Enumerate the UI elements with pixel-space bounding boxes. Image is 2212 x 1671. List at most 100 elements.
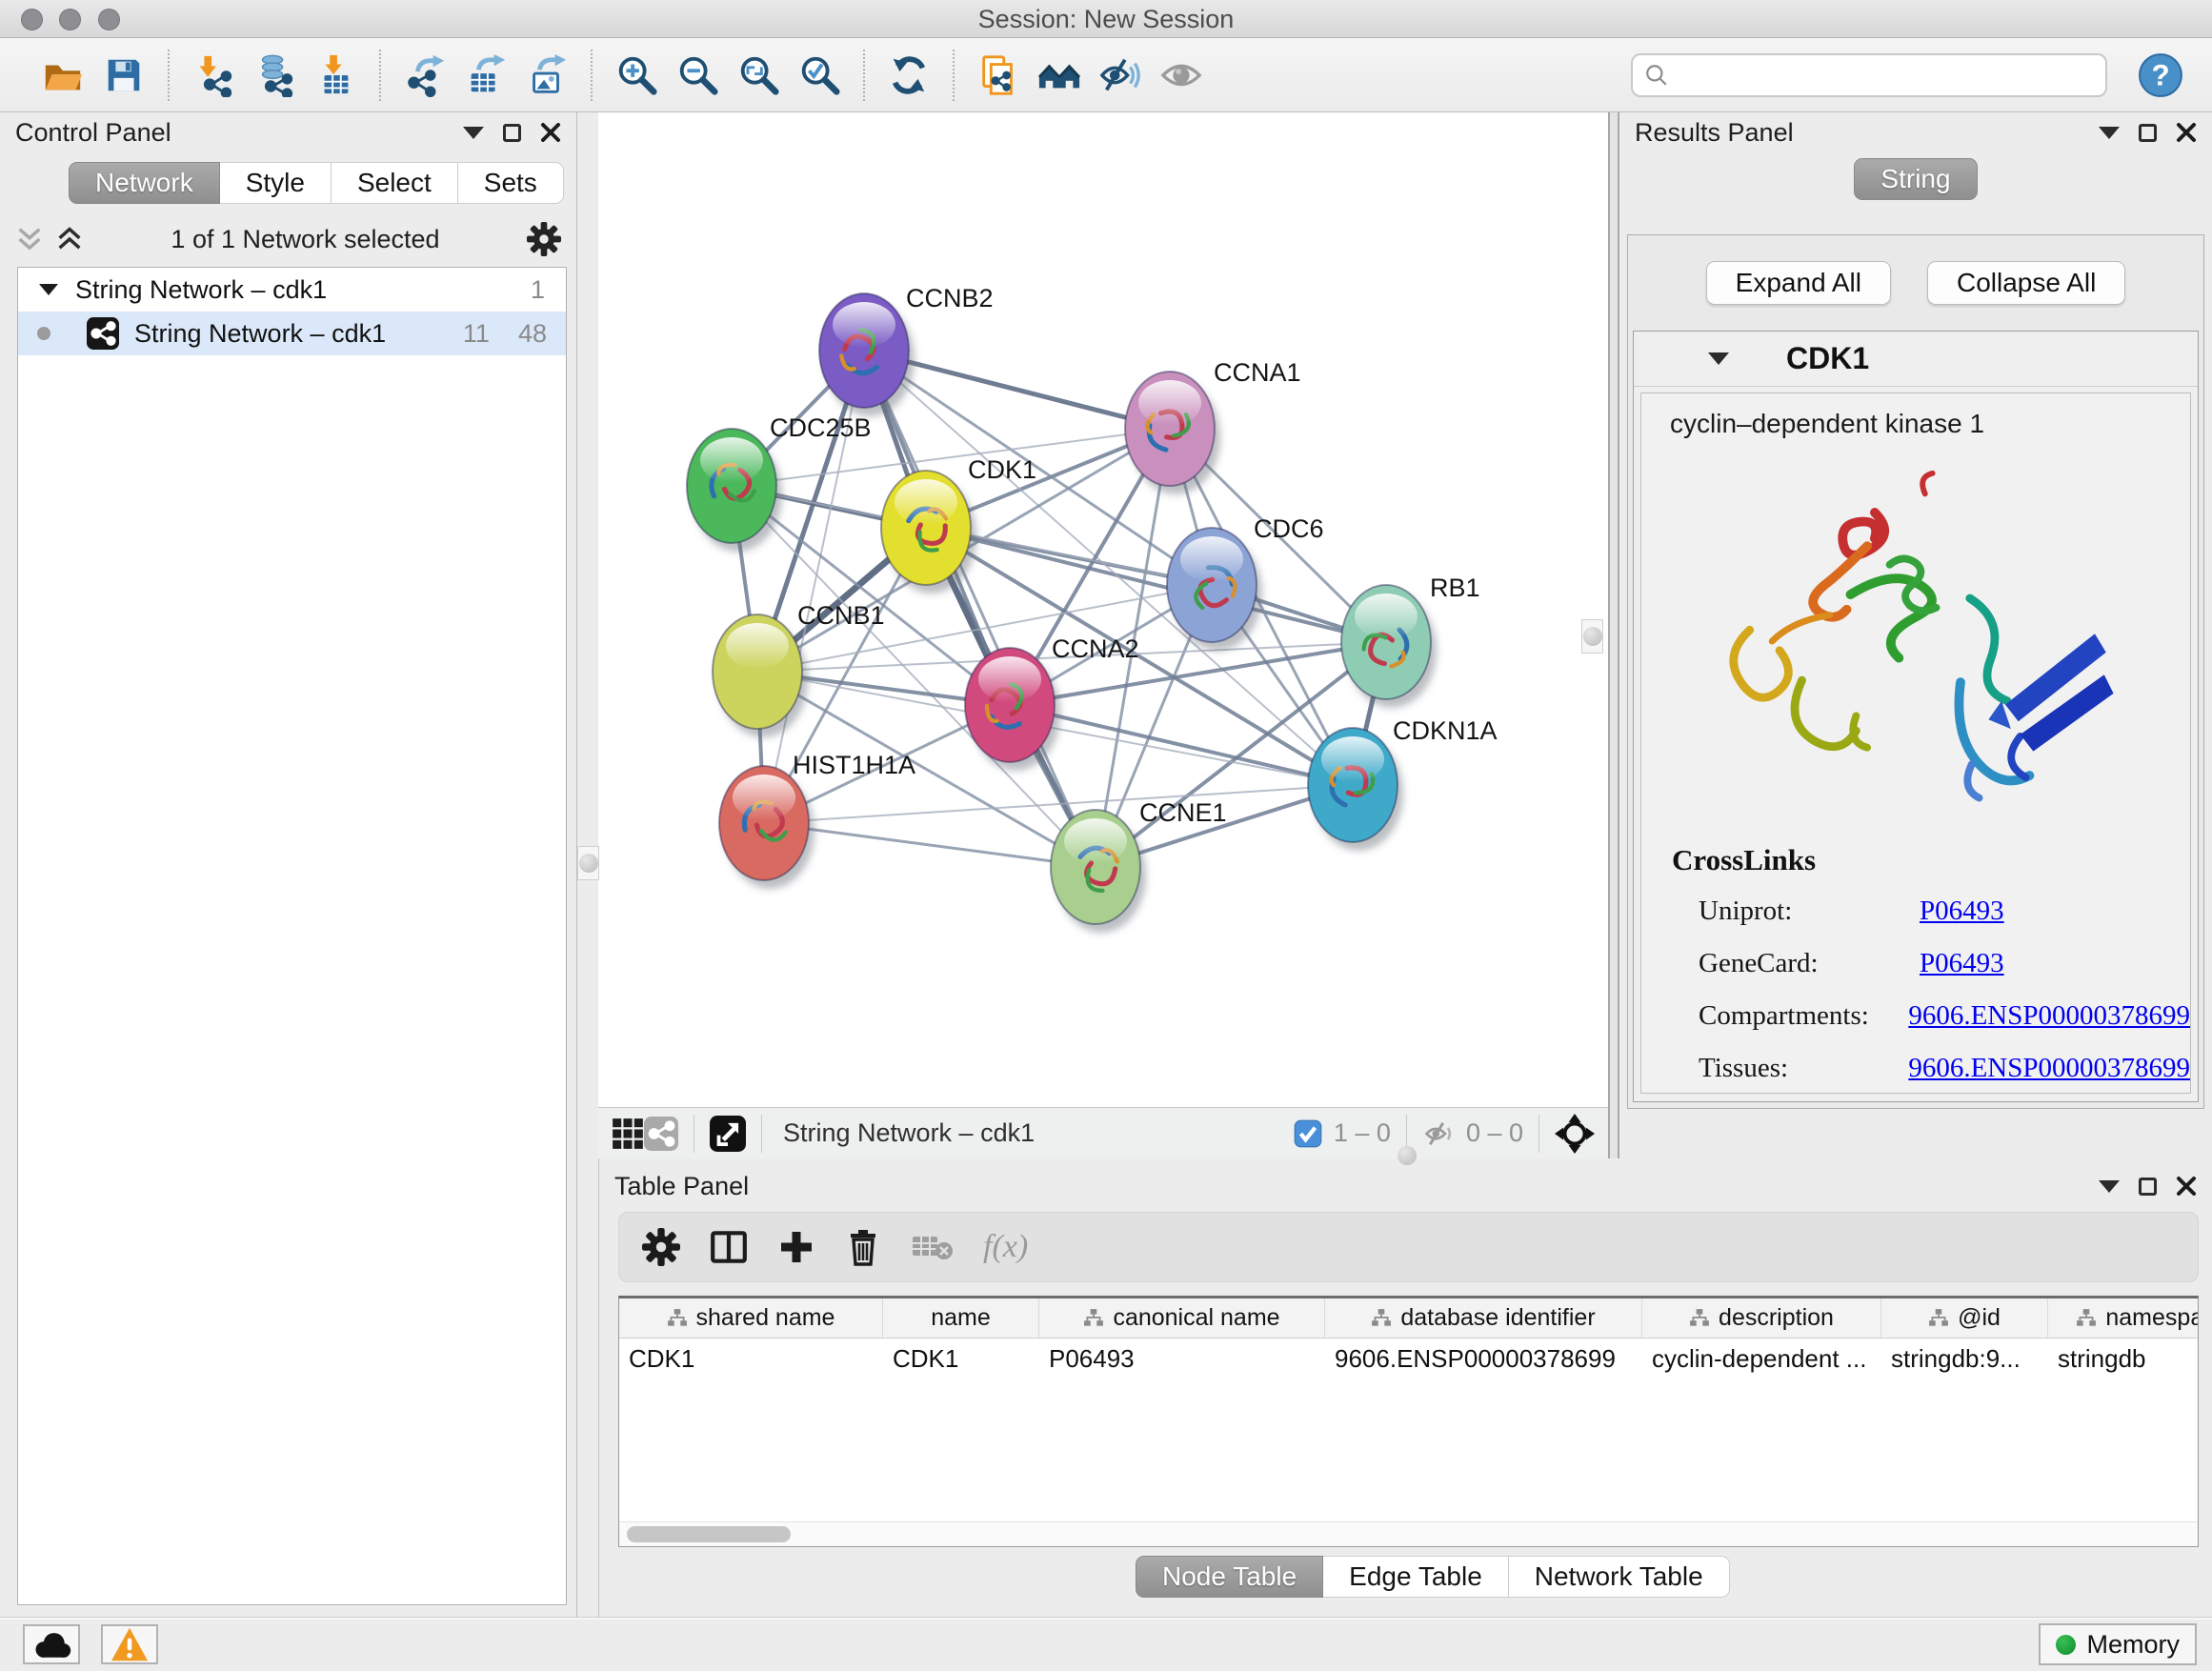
right-splitter-handle[interactable] (1581, 619, 1603, 654)
tab-sets[interactable]: Sets (458, 162, 564, 204)
right-splitter[interactable] (1608, 112, 1619, 1158)
graph-edge-CDK1-RB1[interactable] (926, 528, 1386, 642)
float-panel-icon[interactable] (2139, 124, 2157, 142)
expand-all-networks-icon[interactable] (15, 225, 44, 253)
birds-eye-view-icon[interactable] (1555, 1114, 1595, 1154)
collapse-all-networks-icon[interactable] (55, 225, 84, 253)
import-table-from-file-button[interactable] (308, 46, 363, 105)
string-results-container: Expand All Collapse All CDK1 cyclin–depe… (1627, 234, 2204, 1109)
graph-node-CCNA1[interactable] (1125, 372, 1220, 494)
network-row[interactable]: String Network – cdk1 11 48 (18, 312, 566, 355)
column-header-shared-name[interactable]: shared name (619, 1299, 883, 1338)
collection-expand-icon[interactable] (39, 284, 58, 295)
network-selection-summary: 1 of 1 Network selected (84, 225, 527, 254)
network-view-share-icon[interactable] (644, 1117, 678, 1151)
graph-node-CDK1[interactable] (881, 471, 976, 594)
share-document-button[interactable] (971, 46, 1026, 105)
table-cell[interactable]: CDK1 (619, 1344, 883, 1374)
help-button[interactable]: ? (2136, 50, 2185, 100)
graph-node-CCNB2[interactable] (819, 293, 915, 416)
delete-column-icon[interactable] (844, 1228, 882, 1266)
column-header-description[interactable]: description (1642, 1299, 1881, 1338)
table-options-gear-icon[interactable] (642, 1228, 680, 1266)
cloud-status-button[interactable] (23, 1624, 80, 1664)
left-splitter-handle[interactable] (577, 846, 599, 880)
network-view[interactable]: CCNB2CCNA1CDC25BCDK1CDC6RB1CCNB1CCNA2CDK… (598, 112, 1608, 1158)
fit-content-button[interactable] (731, 46, 786, 105)
warnings-button[interactable] (101, 1624, 158, 1664)
entry-collapse-icon[interactable] (1708, 352, 1729, 365)
graph-node-CCNE1[interactable] (1051, 810, 1146, 933)
zoom-out-button[interactable] (670, 46, 725, 105)
add-column-icon[interactable] (777, 1228, 815, 1266)
tab-select[interactable]: Select (332, 162, 458, 204)
search-input[interactable] (1669, 60, 2094, 90)
detach-view-icon[interactable] (710, 1116, 746, 1152)
network-canvas[interactable]: CCNB2CCNA1CDC25BCDK1CDC6RB1CCNB1CCNA2CDK… (598, 112, 1608, 1107)
table-horizontal-scrollbar[interactable] (619, 1521, 2198, 1546)
home-button[interactable] (1032, 46, 1087, 105)
refresh-view-button[interactable] (881, 46, 936, 105)
expand-all-button[interactable]: Expand All (1706, 261, 1891, 305)
table-row[interactable]: CDK1CDK1P064939606.ENSP00000378699cyclin… (619, 1339, 2198, 1379)
export-network-button[interactable] (397, 46, 452, 105)
table-cell[interactable]: stringdb:9... (1881, 1344, 2048, 1374)
close-panel-icon[interactable] (2176, 122, 2197, 143)
tab-node-table[interactable]: Node Table (1136, 1556, 1323, 1598)
delete-table-icon-disabled[interactable] (911, 1231, 955, 1263)
grid-view-icon[interactable] (612, 1117, 644, 1150)
import-network-from-database-button[interactable] (247, 46, 302, 105)
tab-edge-table[interactable]: Edge Table (1323, 1556, 1509, 1598)
network-collection-row[interactable]: String Network – cdk1 1 (18, 268, 566, 312)
tab-style[interactable]: Style (220, 162, 332, 204)
collapse-all-button[interactable]: Collapse All (1927, 261, 2125, 305)
graph-node-CCNA2[interactable] (965, 648, 1060, 771)
graph-node-HIST1H1A[interactable] (719, 766, 814, 889)
panel-menu-icon[interactable] (2099, 127, 2120, 139)
column-header--id[interactable]: @id (1881, 1299, 2048, 1338)
zoom-in-button[interactable] (609, 46, 664, 105)
graph-node-CDKN1A[interactable] (1308, 728, 1403, 851)
graph-edge-CCNA2-CDKN1A[interactable] (1010, 705, 1353, 785)
table-cell[interactable]: P06493 (1039, 1344, 1325, 1374)
crosslink-value-link[interactable]: 9606.ENSP00000378699 (1908, 1042, 2190, 1094)
float-panel-icon[interactable] (503, 124, 521, 142)
panel-menu-icon[interactable] (463, 127, 484, 139)
open-session-button[interactable] (35, 46, 90, 105)
table-cell[interactable]: CDK1 (883, 1344, 1039, 1374)
panel-menu-icon[interactable] (2099, 1180, 2120, 1193)
function-builder-icon-disabled[interactable]: f(x) (983, 1229, 1028, 1265)
tab-string[interactable]: String (1854, 158, 1977, 200)
graph-node-CCNB1[interactable] (713, 614, 808, 737)
horizontal-splitter-handle[interactable] (1389, 1146, 1425, 1165)
crosslink-value-link[interactable]: 9606.ENSP00000378699 (1908, 990, 2190, 1042)
network-options-gear-icon[interactable] (527, 222, 561, 256)
crosslink-value-link[interactable]: P06493 (1920, 885, 2004, 937)
column-header-canonical-name[interactable]: canonical name (1039, 1299, 1325, 1338)
memory-button[interactable]: Memory (2039, 1623, 2197, 1665)
float-panel-icon[interactable] (2139, 1178, 2157, 1196)
column-header-database-identifier[interactable]: database identifier (1325, 1299, 1642, 1338)
close-panel-icon[interactable] (540, 122, 561, 143)
tab-network[interactable]: Network (69, 162, 220, 204)
hidden-elements-icon[interactable] (1422, 1117, 1457, 1151)
table-cell[interactable]: cyclin-dependent ... (1642, 1344, 1881, 1374)
zoom-selected-button[interactable] (792, 46, 847, 105)
table-cell[interactable]: 9606.ENSP00000378699 (1325, 1344, 1642, 1374)
show-columns-icon[interactable] (709, 1227, 749, 1267)
close-panel-icon[interactable] (2176, 1176, 2197, 1197)
export-table-button[interactable] (458, 46, 513, 105)
graph-node-RB1[interactable] (1341, 585, 1437, 708)
hide-selected-button[interactable] (1093, 46, 1148, 105)
crosslink-value-link[interactable]: P06493 (1920, 937, 2004, 990)
selected-checkbox-icon[interactable] (1294, 1119, 1322, 1148)
tab-network-table[interactable]: Network Table (1509, 1556, 1730, 1598)
import-network-from-file-button[interactable] (186, 46, 241, 105)
column-header-namespace[interactable]: namespace (2048, 1299, 2199, 1338)
export-image-button[interactable] (519, 46, 574, 105)
column-header-name[interactable]: name (883, 1299, 1039, 1338)
table-cell[interactable]: stringdb (2048, 1344, 2199, 1374)
show-all-button[interactable] (1154, 46, 1209, 105)
save-session-button[interactable] (96, 46, 151, 105)
scrollbar-thumb[interactable] (627, 1526, 791, 1542)
